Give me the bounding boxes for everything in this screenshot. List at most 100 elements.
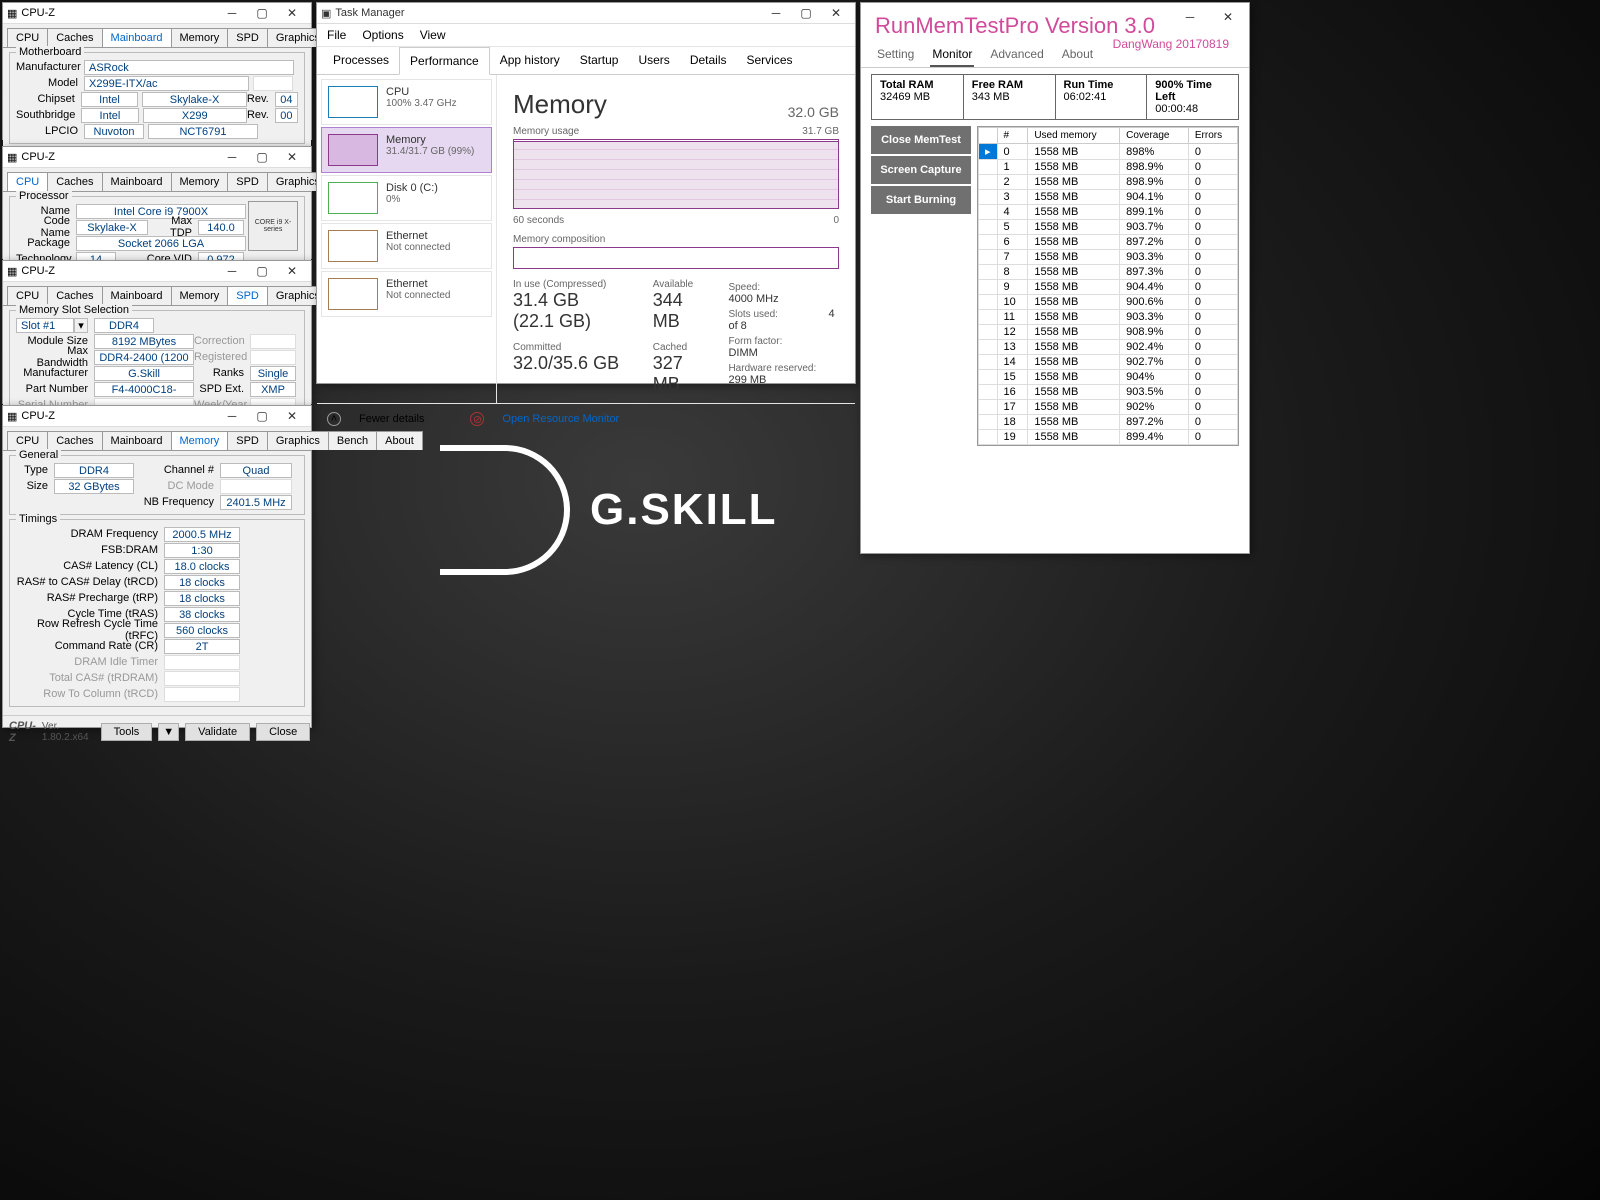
tab-spd[interactable]: SPD — [227, 286, 268, 305]
tools-dropdown[interactable]: ▼ — [158, 723, 179, 741]
fewer-details-button[interactable]: Fewer details — [359, 413, 424, 425]
cpuz-brand: CPU-Z — [9, 720, 36, 744]
close-button[interactable]: ✕ — [277, 261, 307, 281]
rmt-tab-advanced[interactable]: Advanced — [988, 43, 1045, 67]
tab-memory[interactable]: Memory — [171, 172, 229, 191]
table-row[interactable]: ▸01558 MB898%0 — [979, 144, 1238, 160]
tab-cpu[interactable]: CPU — [7, 28, 48, 47]
tab-spd[interactable]: SPD — [227, 28, 268, 47]
tab-users[interactable]: Users — [628, 47, 679, 74]
tab-caches[interactable]: Caches — [47, 431, 102, 450]
minimize-button[interactable]: ─ — [761, 3, 791, 23]
tab-memory[interactable]: Memory — [171, 286, 229, 305]
close-button[interactable]: ✕ — [1213, 7, 1243, 27]
menu-file[interactable]: File — [327, 28, 346, 42]
menu-view[interactable]: View — [420, 28, 446, 42]
close-button[interactable]: ✕ — [277, 406, 307, 426]
memory-heading: Memory — [513, 89, 607, 120]
tm-icon: ▣ — [321, 7, 331, 20]
perf-tile-mem[interactable]: Memory31.4/31.7 GB (99%) — [321, 127, 492, 173]
tab-details[interactable]: Details — [680, 47, 737, 74]
table-row[interactable]: 151558 MB904%0 — [979, 370, 1238, 385]
table-row[interactable]: 51558 MB903.7%0 — [979, 220, 1238, 235]
minimize-button[interactable]: ─ — [217, 147, 247, 167]
perf-tile-cpu[interactable]: CPU100% 3.47 GHz — [321, 79, 492, 125]
perf-tile-net[interactable]: EthernetNot connected — [321, 223, 492, 269]
table-row[interactable]: 11558 MB898.9%0 — [979, 160, 1238, 175]
table-row[interactable]: 31558 MB904.1%0 — [979, 190, 1238, 205]
tools-button[interactable]: Tools — [101, 723, 153, 741]
chevron-down-icon[interactable]: ▾ — [74, 318, 88, 333]
tab-memory[interactable]: Memory — [171, 431, 229, 450]
tab-mainboard[interactable]: Mainboard — [102, 172, 172, 191]
table-row[interactable]: 181558 MB897.2%0 — [979, 415, 1238, 430]
tab-spd[interactable]: SPD — [227, 431, 268, 450]
table-row[interactable]: 161558 MB903.5%0 — [979, 385, 1238, 400]
perf-tile-disk[interactable]: Disk 0 (C:)0% — [321, 175, 492, 221]
tab-processes[interactable]: Processes — [323, 47, 399, 74]
maximize-button[interactable]: ▢ — [247, 147, 277, 167]
tab-startup[interactable]: Startup — [570, 47, 629, 74]
minimize-button[interactable]: ─ — [217, 261, 247, 281]
minimize-button[interactable]: ─ — [217, 3, 247, 23]
maximize-button[interactable]: ▢ — [247, 261, 277, 281]
slot-select[interactable]: Slot #1 — [16, 318, 74, 333]
tab-caches[interactable]: Caches — [47, 172, 102, 191]
tab-caches[interactable]: Caches — [47, 286, 102, 305]
rmt-tab-monitor[interactable]: Monitor — [930, 43, 974, 67]
minimize-button[interactable]: ─ — [1175, 7, 1205, 27]
screen-capture-button[interactable]: Screen Capture — [871, 156, 971, 184]
table-row[interactable]: 61558 MB897.2%0 — [979, 235, 1238, 250]
validate-button[interactable]: Validate — [185, 723, 250, 741]
start-burning-button[interactable]: Start Burning — [871, 186, 971, 214]
close-button[interactable]: ✕ — [821, 3, 851, 23]
menu-options[interactable]: Options — [362, 28, 403, 42]
tab-mainboard[interactable]: Mainboard — [102, 286, 172, 305]
cpuz-icon: ▦ — [7, 265, 17, 278]
tab-spd[interactable]: SPD — [227, 172, 268, 191]
cpuz-icon: ▦ — [7, 151, 17, 164]
tab-cpu[interactable]: CPU — [7, 286, 48, 305]
tab-services[interactable]: Services — [737, 47, 803, 74]
table-row[interactable]: 111558 MB903.3%0 — [979, 310, 1238, 325]
table-row[interactable]: 41558 MB899.1%0 — [979, 205, 1238, 220]
memtest-table[interactable]: #Used memoryCoverageErrors▸01558 MB898%0… — [977, 126, 1239, 446]
table-row[interactable]: 91558 MB904.4%0 — [979, 280, 1238, 295]
monitor-icon: ⊘ — [470, 412, 484, 426]
tab-memory[interactable]: Memory — [171, 28, 229, 47]
maximize-button[interactable]: ▢ — [791, 3, 821, 23]
table-row[interactable]: 191558 MB899.4%0 — [979, 430, 1238, 445]
collapse-icon[interactable]: ˄ — [327, 412, 341, 426]
close-button[interactable]: Close — [256, 723, 310, 741]
table-row[interactable]: 121558 MB908.9%0 — [979, 325, 1238, 340]
open-resource-monitor-link[interactable]: Open Resource Monitor — [502, 413, 619, 425]
table-row[interactable]: 171558 MB902%0 — [979, 400, 1238, 415]
table-row[interactable]: 131558 MB902.4%0 — [979, 340, 1238, 355]
table-row[interactable]: 81558 MB897.3%0 — [979, 265, 1238, 280]
intel-badge-icon: CORE i9 X-series — [248, 201, 298, 251]
tab-caches[interactable]: Caches — [47, 28, 102, 47]
table-row[interactable]: 21558 MB898.9%0 — [979, 175, 1238, 190]
tab-mainboard[interactable]: Mainboard — [102, 431, 172, 450]
dram-frequency: 2000.5 MHz — [164, 527, 240, 542]
rmt-tab-about[interactable]: About — [1060, 43, 1095, 67]
tab-cpu[interactable]: CPU — [7, 431, 48, 450]
gskill-logo: G.SKILL — [440, 430, 870, 590]
close-button[interactable]: ✕ — [277, 147, 307, 167]
table-row[interactable]: 71558 MB903.3%0 — [979, 250, 1238, 265]
group-motherboard: Motherboard — [16, 46, 84, 58]
perf-tile-net[interactable]: EthernetNot connected — [321, 271, 492, 317]
rmt-tab-setting[interactable]: Setting — [875, 43, 916, 67]
tab-performance[interactable]: Performance — [399, 47, 490, 75]
maximize-button[interactable]: ▢ — [247, 3, 277, 23]
table-row[interactable]: 101558 MB900.6%0 — [979, 295, 1238, 310]
tab-cpu[interactable]: CPU — [7, 172, 48, 191]
tab-app-history[interactable]: App history — [490, 47, 570, 74]
maximize-button[interactable]: ▢ — [247, 406, 277, 426]
close-button[interactable]: ✕ — [277, 3, 307, 23]
minimize-button[interactable]: ─ — [217, 406, 247, 426]
tab-mainboard[interactable]: Mainboard — [102, 28, 172, 47]
mb-model: X299E-ITX/ac — [84, 76, 249, 91]
close-memtest-button[interactable]: Close MemTest — [871, 126, 971, 154]
table-row[interactable]: 141558 MB902.7%0 — [979, 355, 1238, 370]
